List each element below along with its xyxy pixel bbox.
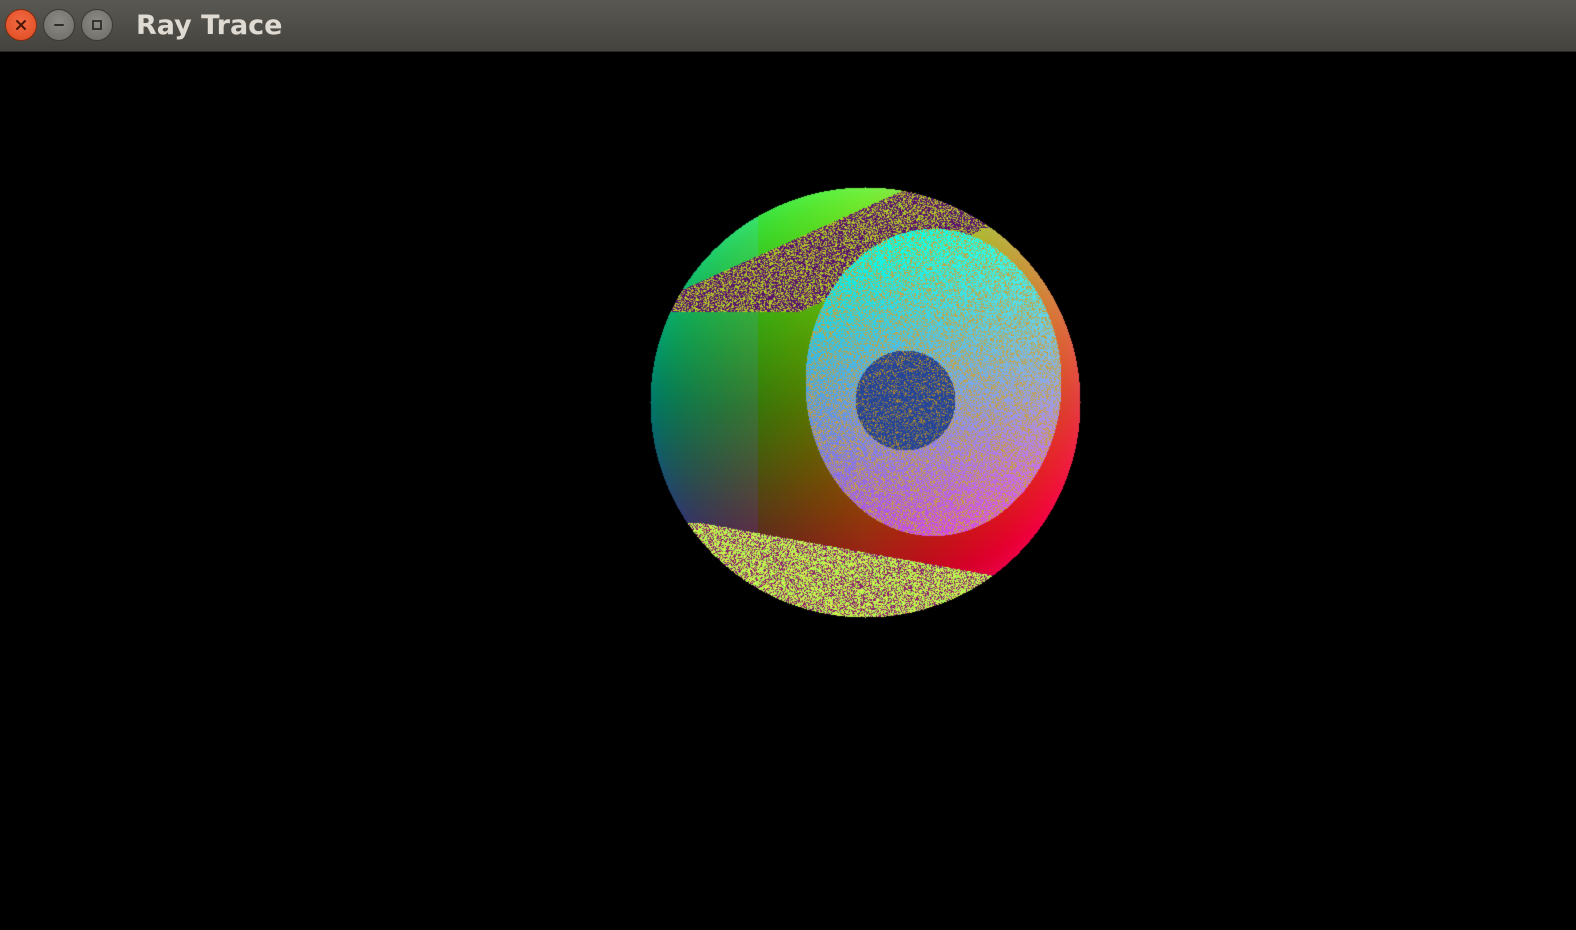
ray-trace-render <box>0 52 1576 930</box>
maximize-icon <box>90 18 104 32</box>
close-icon <box>14 18 28 32</box>
close-button[interactable] <box>5 9 37 41</box>
minimize-button[interactable] <box>43 9 75 41</box>
title-bar[interactable]: Ray Trace <box>0 0 1576 52</box>
app-window: Ray Trace <box>0 0 1576 930</box>
render-viewport <box>0 52 1576 930</box>
minimize-icon <box>52 18 66 32</box>
window-title: Ray Trace <box>136 10 283 41</box>
maximize-button[interactable] <box>81 9 113 41</box>
